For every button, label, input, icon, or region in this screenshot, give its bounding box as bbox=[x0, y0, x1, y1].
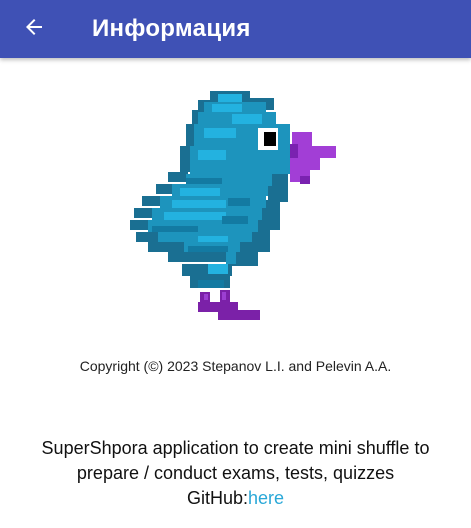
app-description: SuperShpora application to create mini s… bbox=[0, 436, 471, 511]
github-link[interactable]: here bbox=[248, 488, 284, 508]
page-title: Информация bbox=[92, 15, 251, 42]
arrow-back-icon bbox=[22, 15, 46, 44]
pixel-bird-icon bbox=[130, 91, 336, 320]
github-label: GitHub: bbox=[186, 488, 248, 508]
github-line: GitHub:here bbox=[0, 486, 471, 511]
app-bar: Информация bbox=[0, 0, 471, 58]
back-button[interactable] bbox=[10, 5, 58, 53]
copyright-text: Copyright (©) 2023 Stepanov L.I. and Pel… bbox=[79, 358, 392, 374]
description-line-1: SuperShpora application to create mini s… bbox=[41, 438, 430, 458]
description-line-2: prepare / conduct exams, tests, quizzes bbox=[76, 463, 395, 483]
